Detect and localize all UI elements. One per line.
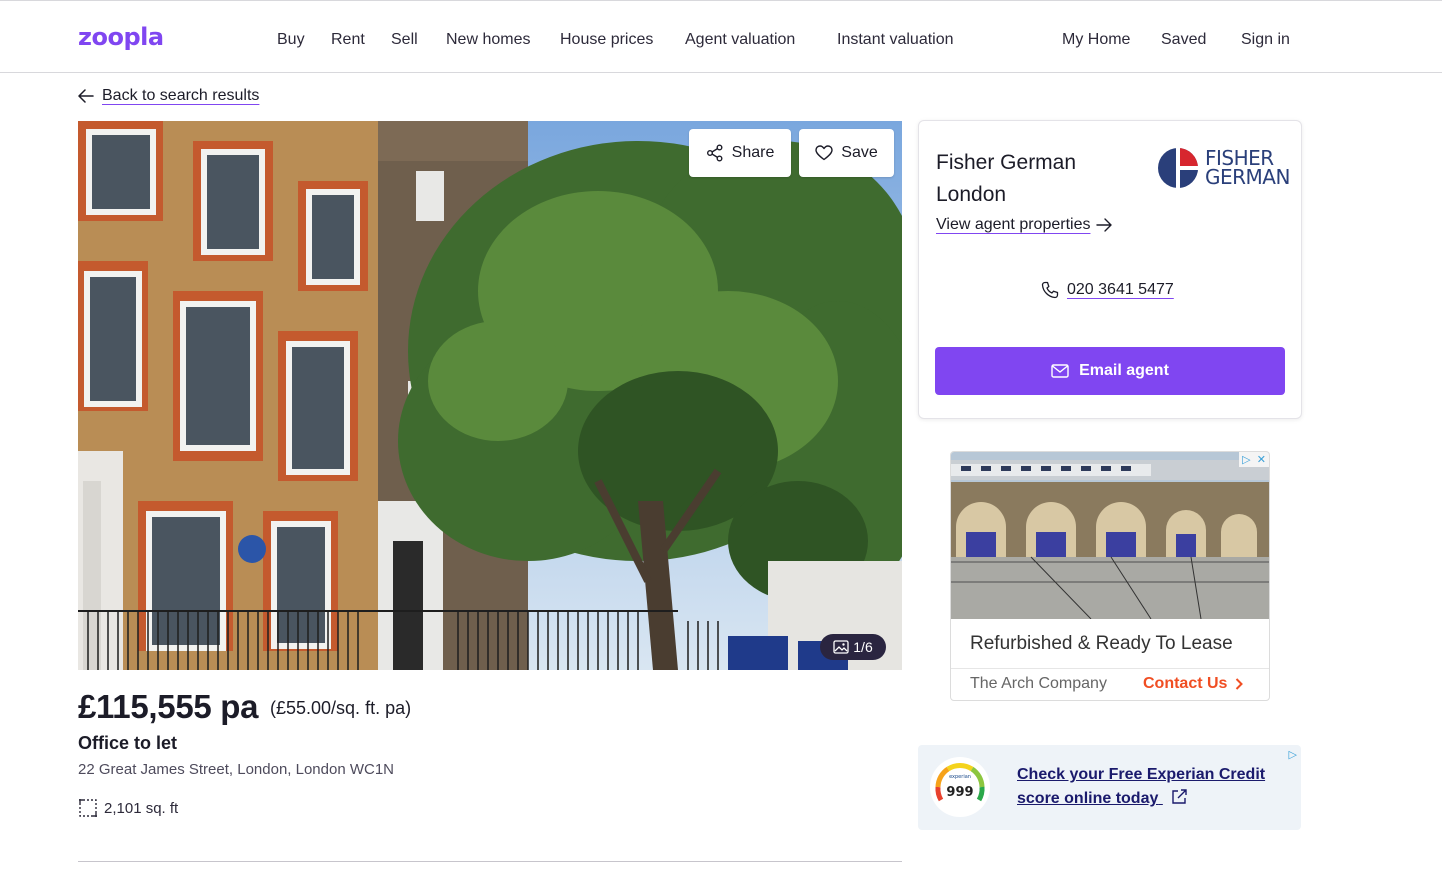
advert-divider: [951, 668, 1269, 669]
agent-logo-text: FISHER GERMAN: [1205, 146, 1290, 189]
email-agent-label: Email agent: [1079, 362, 1169, 379]
agent-phone-link[interactable]: 020 3641 5477: [1041, 281, 1174, 299]
nav-my-home[interactable]: My Home: [1062, 31, 1130, 49]
credit-score-gauge-icon: experian 999: [930, 757, 990, 817]
zoopla-logo[interactable]: zoopla: [78, 23, 164, 51]
nav-instant-valuation[interactable]: Instant valuation: [837, 31, 954, 49]
listing-price: £115,555 pa: [78, 688, 259, 725]
heart-icon: [815, 145, 833, 161]
advert-experian[interactable]: experian 999 Check your Free Experian Cr…: [918, 745, 1301, 830]
agent-logo[interactable]: FISHER GERMAN: [1157, 147, 1290, 189]
email-agent-button[interactable]: Email agent: [935, 347, 1285, 395]
advert-experian-text[interactable]: Check your Free Experian Credit score on…: [1017, 763, 1277, 811]
section-divider: [78, 861, 902, 862]
advert-headline: Refurbished & Ready To Lease: [970, 633, 1233, 654]
envelope-icon: [1051, 364, 1069, 378]
nav-buy[interactable]: Buy: [277, 31, 305, 49]
save-label: Save: [841, 144, 878, 161]
advert-image: [951, 452, 1269, 620]
advert-arch-company[interactable]: ▷ ✕ Refurbished & Ready To Lease The Arc…: [950, 451, 1270, 701]
advert-cta-label: Contact Us: [1143, 675, 1228, 692]
close-icon[interactable]: ✕: [1257, 453, 1266, 466]
agent-card: Fisher German London FISHER GERMAN View …: [918, 120, 1302, 419]
nav-agent-valuation[interactable]: Agent valuation: [685, 31, 795, 49]
nav-sign-in[interactable]: Sign in: [1241, 31, 1290, 49]
arrow-left-icon: [78, 89, 94, 103]
property-address: 22 Great James Street, London, London WC…: [78, 761, 395, 778]
back-to-results-link[interactable]: Back to search results: [78, 87, 259, 105]
nav-rent[interactable]: Rent: [331, 31, 365, 49]
image-icon: [833, 640, 849, 654]
floor-area: 2,101 sq. ft: [78, 798, 178, 818]
share-button[interactable]: Share: [689, 129, 791, 177]
gallery-counter-badge[interactable]: 1/6: [820, 634, 886, 660]
main-property-photo[interactable]: [78, 121, 902, 670]
adchoices-icon: ▷: [1242, 454, 1251, 466]
nav-saved[interactable]: Saved: [1161, 31, 1206, 49]
arrow-right-icon: [1096, 218, 1113, 232]
property-type: Office to let: [78, 733, 178, 753]
site-header: zoopla Buy Rent Sell New homes House pri…: [0, 0, 1442, 73]
phone-icon: [1041, 281, 1059, 299]
floor-area-icon: [79, 799, 97, 817]
nav-sell[interactable]: Sell: [391, 31, 418, 49]
share-icon: [706, 144, 723, 162]
advert-contact-button[interactable]: Contact Us: [1143, 675, 1244, 693]
svg-text:999: 999: [946, 785, 973, 800]
share-label: Share: [731, 144, 775, 161]
save-button[interactable]: Save: [799, 129, 894, 177]
price-per-sqft: (£55.00/sq. ft. pa): [270, 698, 412, 718]
external-link-icon: [1172, 789, 1187, 804]
advertiser-name: The Arch Company: [970, 675, 1107, 692]
nav-house-prices[interactable]: House prices: [560, 31, 653, 49]
gallery-counter: 1/6: [853, 639, 873, 655]
back-link-label: Back to search results: [102, 87, 260, 104]
agent-phone-number: 020 3641 5477: [1067, 281, 1174, 298]
view-agent-properties-link[interactable]: View agent properties: [936, 216, 1113, 234]
nav-new-homes[interactable]: New homes: [446, 31, 530, 49]
chevron-right-icon: [1236, 678, 1244, 690]
ad-choices-badge[interactable]: ▷ ✕: [1239, 452, 1269, 467]
agent-name: Fisher German London: [936, 151, 1077, 206]
adchoices-icon[interactable]: ▷: [1289, 748, 1297, 761]
svg-text:experian: experian: [949, 774, 971, 780]
floor-area-value: 2,101 sq. ft: [104, 799, 179, 817]
view-agent-properties-label: View agent properties: [936, 216, 1091, 233]
fisher-german-emblem-icon: [1158, 148, 1198, 188]
